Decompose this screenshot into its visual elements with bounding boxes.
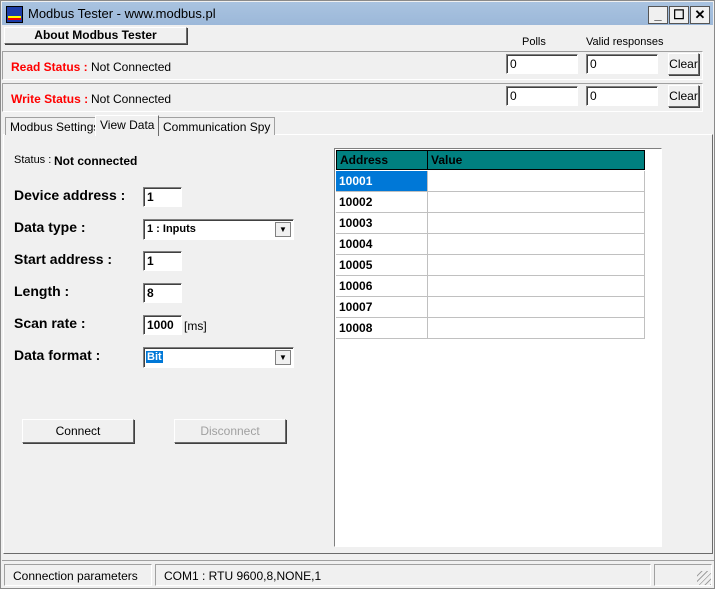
write-status-panel: Write Status : Not Connected 0 0 Clear (2, 83, 703, 112)
divider (2, 560, 714, 561)
table-row[interactable]: 10003 (336, 213, 645, 234)
table-row[interactable]: 10006 (336, 276, 645, 297)
cell-value[interactable] (428, 276, 645, 296)
column-header-value[interactable]: Value (427, 150, 645, 170)
table-row[interactable]: 10008 (336, 318, 645, 339)
write-polls-field[interactable]: 0 (506, 86, 578, 106)
data-format-select[interactable]: Bit ▼ (143, 347, 294, 368)
valid-responses-label: Valid responses (586, 36, 664, 48)
table-row[interactable]: 10002 (336, 192, 645, 213)
status-bar-params: COM1 : RTU 9600,8,NONE,1 (155, 564, 651, 586)
data-type-value: 1 : Inputs (147, 223, 196, 235)
scan-rate-input[interactable]: 1000 (143, 315, 182, 335)
about-button[interactable]: About Modbus Tester (4, 27, 187, 44)
read-polls-field[interactable]: 0 (506, 54, 578, 74)
tab-modbus-settings[interactable]: Modbus Settings (5, 117, 105, 135)
length-label: Length : (14, 283, 70, 299)
data-grid[interactable]: Address Value 10001 10002 10003 10004 10005 1… (334, 148, 662, 547)
maximize-button[interactable]: ☐ (669, 6, 689, 24)
data-type-select[interactable]: 1 : Inputs ▼ (143, 219, 294, 240)
cell-value[interactable] (428, 318, 645, 338)
scan-rate-unit: [ms] (184, 319, 207, 333)
read-status-label: Read Status : (11, 60, 88, 74)
chevron-down-icon[interactable]: ▼ (275, 350, 291, 365)
data-format-label: Data format : (14, 347, 101, 363)
polls-label: Polls (522, 36, 546, 48)
close-button[interactable]: ✕ (690, 6, 710, 24)
length-input[interactable]: 8 (143, 283, 182, 303)
title-bar[interactable]: Modbus Tester - www.modbus.pl _ ☐ ✕ (2, 2, 713, 25)
minimize-button[interactable]: _ (648, 6, 668, 24)
data-format-value: Bit (146, 351, 163, 363)
cell-address[interactable]: 10002 (336, 192, 428, 212)
table-row[interactable]: 10005 (336, 255, 645, 276)
read-status-value: Not Connected (91, 60, 172, 74)
cell-address[interactable]: 10003 (336, 213, 428, 233)
chevron-down-icon[interactable]: ▼ (275, 222, 291, 237)
status-value: Not connected (54, 154, 138, 168)
device-address-label: Device address : (14, 187, 126, 203)
connect-button[interactable]: Connect (22, 419, 134, 443)
resize-grip-icon[interactable] (697, 571, 711, 585)
write-status-value: Not Connected (91, 92, 172, 106)
window-title: Modbus Tester - www.modbus.pl (28, 6, 216, 21)
cell-value[interactable] (428, 171, 645, 191)
tab-communication-spy[interactable]: Communication Spy (158, 117, 276, 135)
table-row[interactable]: 10007 (336, 297, 645, 318)
cell-address[interactable]: 10007 (336, 297, 428, 317)
cell-address[interactable]: 10008 (336, 318, 428, 338)
cell-value[interactable] (428, 213, 645, 233)
write-valid-field[interactable]: 0 (586, 86, 658, 106)
cell-address[interactable]: 10005 (336, 255, 428, 275)
app-icon (6, 6, 23, 23)
status-label: Status : (14, 154, 52, 166)
start-address-label: Start address : (14, 251, 113, 267)
write-clear-button[interactable]: Clear (668, 85, 699, 107)
cell-address[interactable]: 10006 (336, 276, 428, 296)
tab-view-data[interactable]: View Data (95, 115, 160, 136)
status-bar-label: Connection parameters (4, 564, 152, 586)
cell-address[interactable]: 10001 (336, 171, 428, 191)
table-row[interactable]: 10004 (336, 234, 645, 255)
cell-value[interactable] (428, 192, 645, 212)
write-status-label: Write Status : (11, 92, 89, 106)
device-address-input[interactable]: 1 (143, 187, 182, 207)
cell-address[interactable]: 10004 (336, 234, 428, 254)
scan-rate-label: Scan rate : (14, 315, 86, 331)
start-address-input[interactable]: 1 (143, 251, 182, 271)
cell-value[interactable] (428, 234, 645, 254)
disconnect-button[interactable]: Disconnect (174, 419, 286, 443)
cell-value[interactable] (428, 297, 645, 317)
table-row[interactable]: 10001 (336, 171, 645, 192)
cell-value[interactable] (428, 255, 645, 275)
read-valid-field[interactable]: 0 (586, 54, 658, 74)
main-window: Modbus Tester - www.modbus.pl _ ☐ ✕ Abou… (0, 0, 715, 589)
data-type-label: Data type : (14, 219, 86, 235)
read-clear-button[interactable]: Clear (668, 53, 699, 75)
column-header-address[interactable]: Address (336, 150, 428, 170)
read-status-panel: Read Status : Not Connected 0 0 Clear (2, 51, 703, 80)
